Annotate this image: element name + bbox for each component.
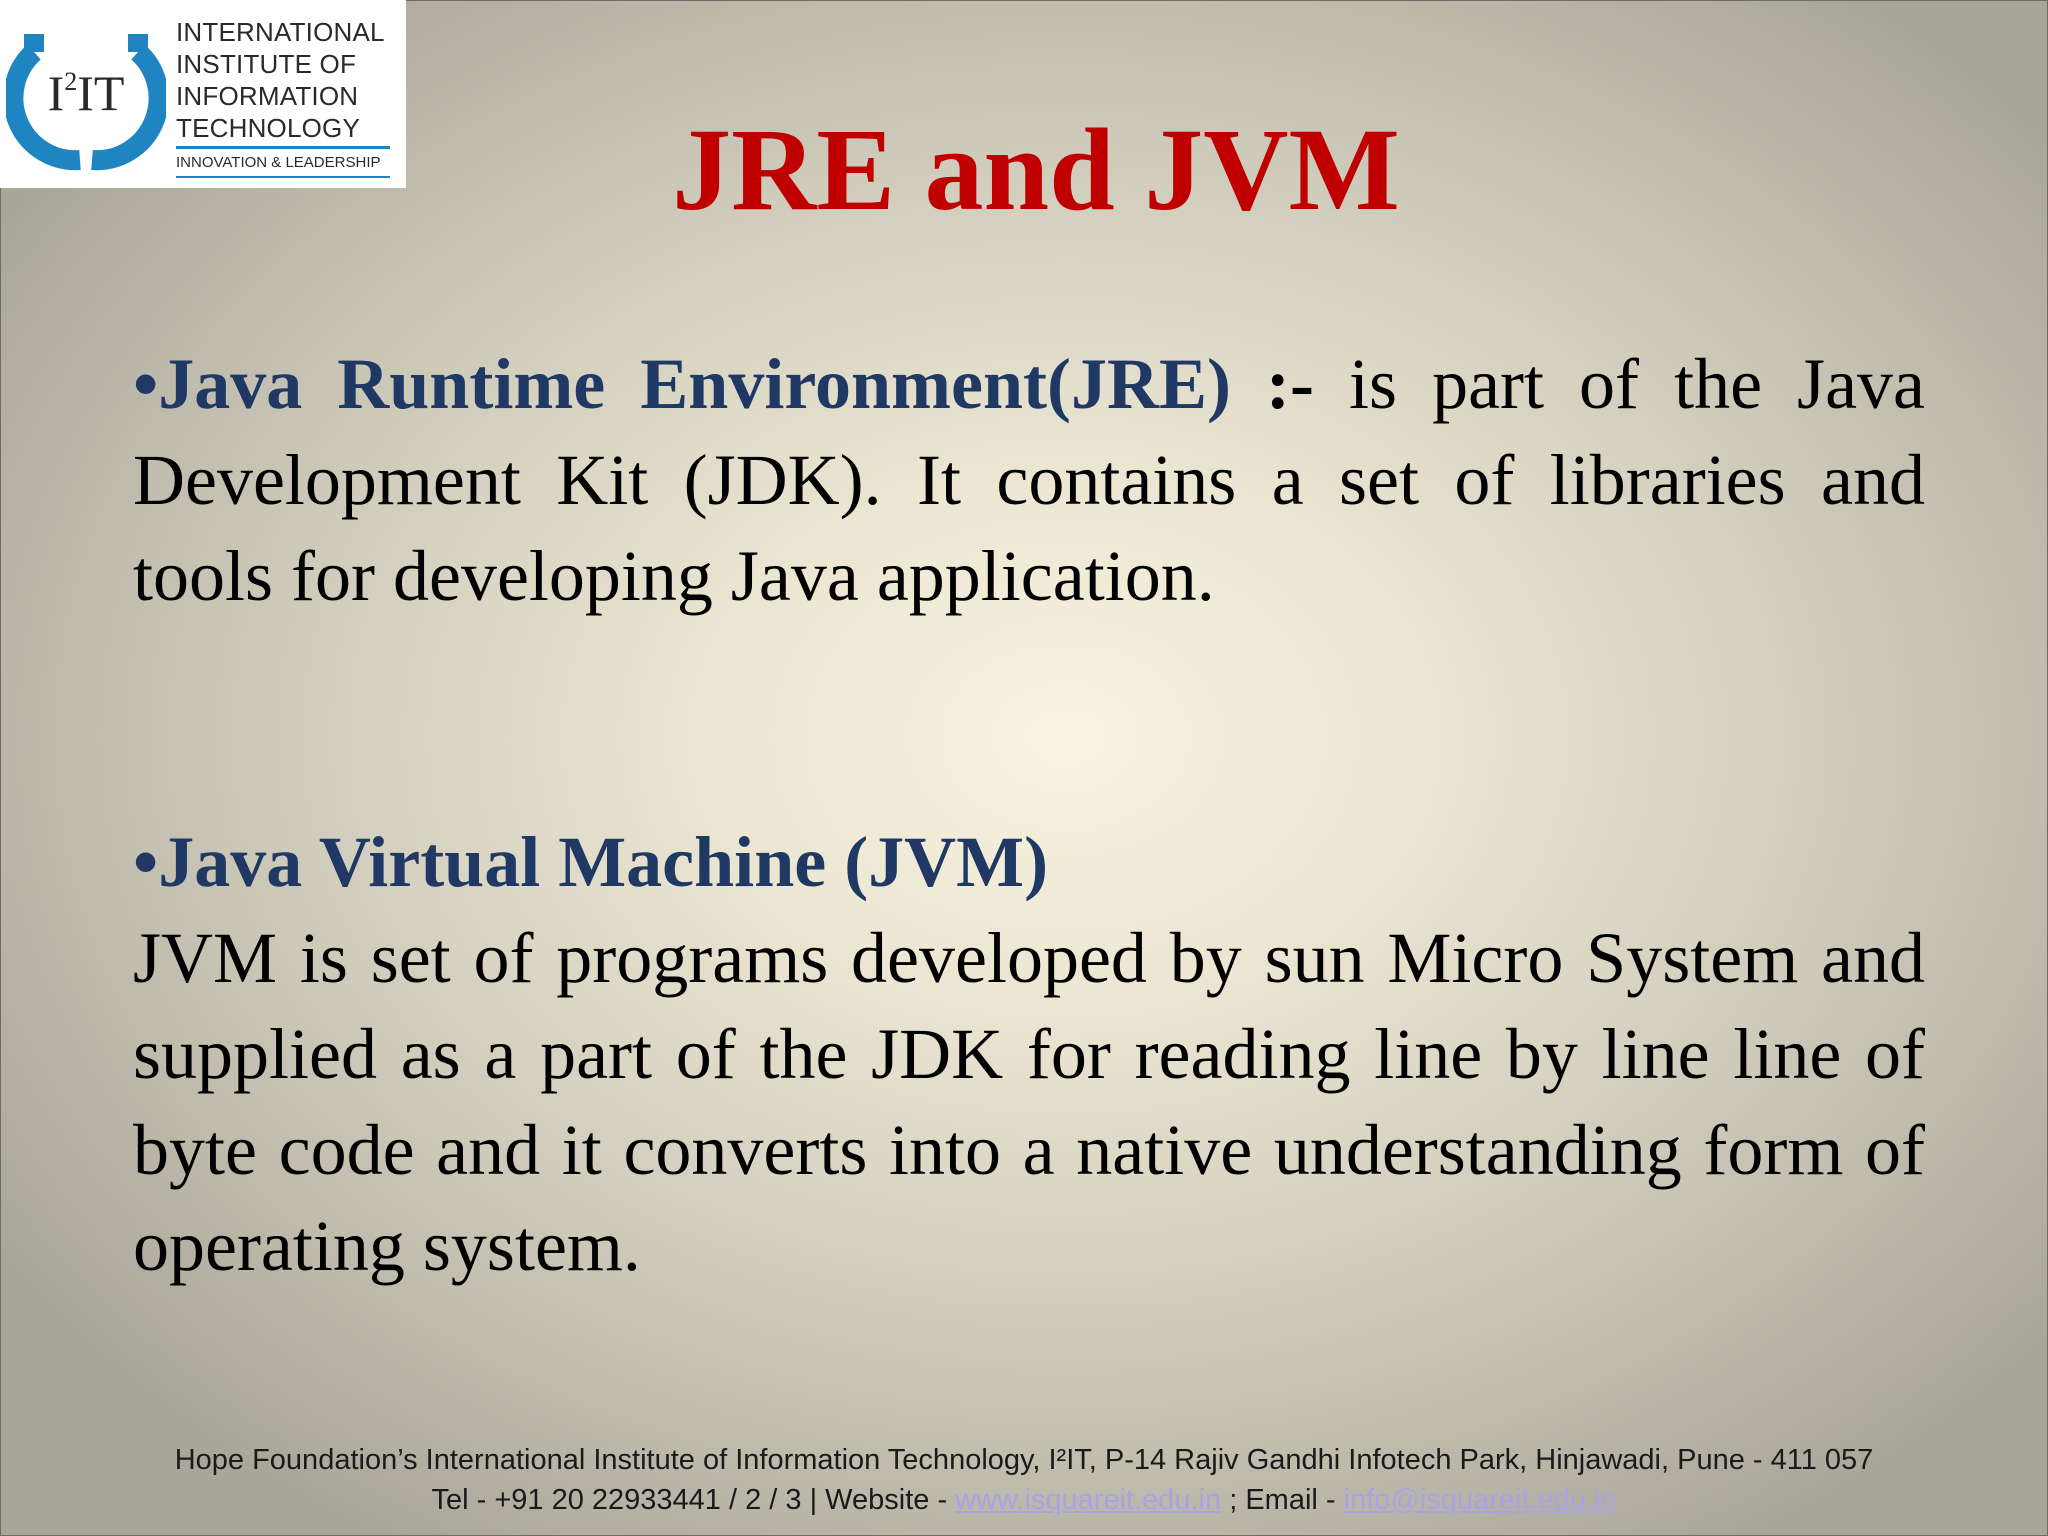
email-label: ; Email - xyxy=(1221,1484,1344,1516)
bullet: • xyxy=(133,822,159,902)
website-link[interactable]: www.isquareit.edu.in xyxy=(955,1484,1221,1516)
jre-paragraph: •Java Runtime Environment(JRE) :- is par… xyxy=(133,336,1925,624)
heading-separator: :- xyxy=(1230,344,1314,424)
slide-footer: Hope Foundation’s International Institut… xyxy=(0,1440,2048,1520)
footer-contact: Tel - +91 20 22933441 / 2 / 3 | Website … xyxy=(0,1480,2048,1520)
jre-heading: Java Runtime Environment(JRE) xyxy=(158,344,1231,424)
logo-line: INTERNATIONAL xyxy=(176,17,385,47)
bullet: • xyxy=(133,344,159,424)
jvm-heading: Java Virtual Machine (JVM) xyxy=(158,822,1049,902)
logo-line: INSTITUTE OF xyxy=(176,49,357,79)
email-link[interactable]: info@isquareit.edu.in xyxy=(1344,1484,1617,1516)
footer-address: Hope Foundation’s International Institut… xyxy=(174,1444,1874,1476)
slide-title: JRE and JVM xyxy=(672,104,1400,235)
jvm-heading-line: •Java Virtual Machine (JVM) xyxy=(133,814,1925,910)
footer-phone: Tel - +91 20 22933441 / 2 / 3 | Website … xyxy=(431,1484,956,1516)
jvm-description: JVM is set of programs developed by sun … xyxy=(133,918,1925,1286)
